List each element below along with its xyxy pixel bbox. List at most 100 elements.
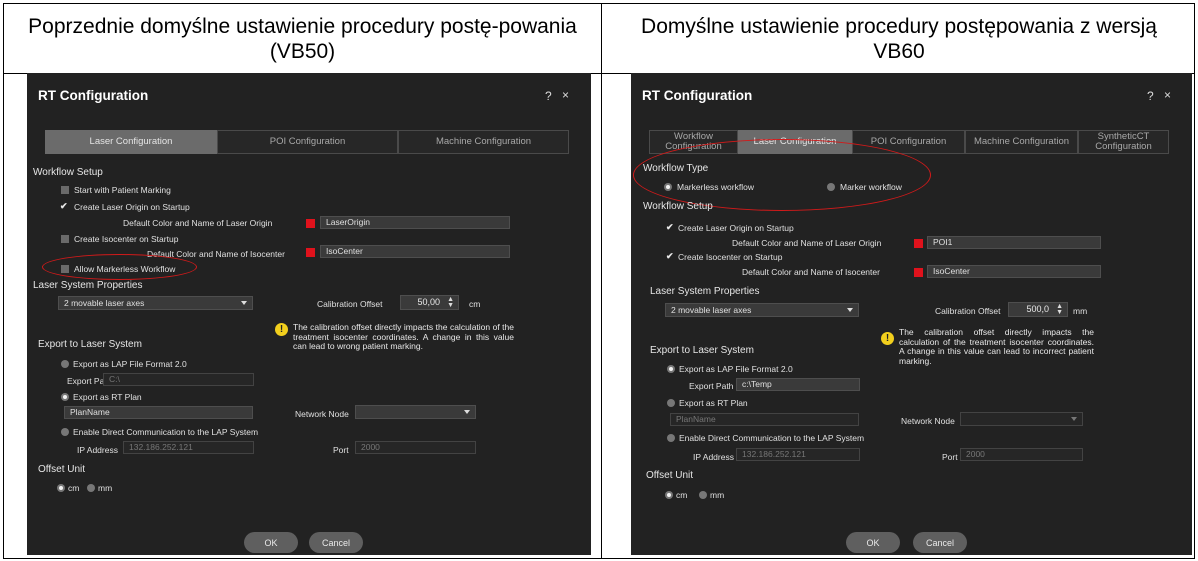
export-lap-radio[interactable] — [61, 360, 69, 368]
right-column-header: Domyślne ustawienie procedury postępowan… — [641, 14, 1157, 63]
section-offset-unit: Offset Unit — [646, 470, 694, 481]
export-rt-plan-label: Export as RT Plan — [73, 392, 142, 402]
network-node-dropdown[interactable] — [355, 405, 476, 419]
laser-origin-name-input[interactable]: POI1 — [927, 236, 1101, 249]
unit-mm-label: mm — [710, 490, 725, 500]
port-input[interactable]: 2000 — [355, 441, 476, 454]
close-button[interactable]: × — [562, 88, 569, 102]
export-path-label: Export Path — [689, 381, 734, 391]
chevron-down-icon — [241, 301, 247, 305]
close-button[interactable]: × — [1164, 88, 1171, 102]
unit-cm-radio[interactable] — [665, 491, 673, 499]
section-export-to-laser: Export to Laser System — [38, 339, 142, 350]
create-isocenter-label: Create Isocenter on Startup — [678, 252, 783, 262]
ok-button[interactable]: OK — [846, 532, 900, 553]
unit-cm-radio[interactable] — [57, 484, 65, 492]
unit-mm-label: mm — [98, 483, 113, 493]
isocenter-name-input[interactable]: IsoCenter — [927, 265, 1101, 278]
laser-axes-dropdown[interactable]: 2 movable laser axes — [665, 303, 859, 317]
spin-arrows-icon[interactable]: ▲ ▼ — [1056, 303, 1063, 316]
rt-configuration-dialog-vb60: RT Configuration ? × Workflow Configurat… — [631, 73, 1192, 555]
plan-name-input[interactable]: PlanName — [670, 413, 859, 426]
highlight-ellipse-markerless — [42, 254, 197, 280]
create-laser-origin-label: Create Laser Origin on Startup — [74, 202, 190, 212]
unit-mm-radio[interactable] — [87, 484, 95, 492]
help-button[interactable]: ? — [1147, 89, 1154, 103]
dialog-title: RT Configuration — [642, 88, 753, 103]
export-lap-radio[interactable] — [667, 365, 675, 373]
section-laser-system-properties: Laser System Properties — [650, 286, 760, 297]
calibration-offset-stepper[interactable]: 50,00 ▲ ▼ — [400, 295, 459, 310]
spin-arrows-icon[interactable]: ▲ ▼ — [447, 296, 454, 309]
export-lap-label: Export as LAP File Format 2.0 — [679, 364, 793, 374]
enable-direct-label: Enable Direct Communication to the LAP S… — [679, 433, 865, 443]
calibration-offset-value: 50,00 — [417, 297, 440, 307]
help-button[interactable]: ? — [545, 89, 552, 103]
cancel-button[interactable]: Cancel — [309, 532, 363, 553]
tab-laser-configuration[interactable]: Laser Configuration — [45, 130, 217, 154]
start-patient-marking-checkbox[interactable] — [61, 186, 69, 194]
plan-name-input[interactable]: PlanName — [64, 406, 253, 419]
tab-poi-configuration[interactable]: POI Configuration — [217, 130, 398, 154]
laser-origin-default-label: Default Color and Name of Laser Origin — [732, 238, 882, 248]
create-laser-origin-label: Create Laser Origin on Startup — [678, 223, 794, 233]
create-isocenter-checkbox[interactable] — [61, 235, 69, 243]
calibration-offset-stepper[interactable]: 500,0 ▲ ▼ — [1008, 302, 1068, 317]
dialog-title: RT Configuration — [38, 88, 149, 103]
enable-direct-radio[interactable] — [61, 428, 69, 436]
left-column-header: Poprzednie domyślne ustawienie procedury… — [28, 14, 577, 63]
export-path-input[interactable]: C:\ — [103, 373, 254, 386]
isocenter-color-swatch[interactable] — [914, 268, 923, 277]
calibration-warning-text: The calibration offset directly impacts … — [293, 322, 514, 351]
create-isocenter-label: Create Isocenter on Startup — [74, 234, 179, 244]
calibration-unit-label: cm — [469, 299, 481, 309]
laser-origin-color-swatch[interactable] — [306, 219, 315, 228]
ip-address-input[interactable]: 132.186.252.121 — [123, 441, 254, 454]
laser-axes-dropdown[interactable]: 2 movable laser axes — [58, 296, 253, 310]
section-offset-unit: Offset Unit — [38, 464, 86, 475]
ip-address-input[interactable]: 132.186.252.121 — [736, 448, 860, 461]
tab-machine-configuration[interactable]: Machine Configuration — [398, 130, 569, 154]
section-laser-system-properties: Laser System Properties — [33, 280, 143, 291]
network-node-dropdown[interactable] — [960, 412, 1083, 426]
section-workflow-setup: Workflow Setup — [643, 201, 713, 212]
unit-cm-label: cm — [676, 490, 688, 500]
ok-button[interactable]: OK — [244, 532, 298, 553]
export-rt-plan-radio[interactable] — [667, 399, 675, 407]
tab-machine-configuration[interactable]: Machine Configuration — [965, 130, 1078, 154]
tab-syntheticct-configuration[interactable]: SyntheticCT Configuration — [1078, 130, 1169, 154]
section-export-to-laser: Export to Laser System — [650, 345, 754, 356]
enable-direct-radio[interactable] — [667, 434, 675, 442]
export-path-input[interactable]: c:\Temp — [736, 378, 860, 391]
chevron-down-icon — [847, 308, 853, 312]
isocenter-name-input[interactable]: IsoCenter — [320, 245, 510, 258]
column-divider — [601, 4, 602, 558]
create-isocenter-checkbox[interactable]: ✔ — [666, 251, 674, 262]
create-laser-origin-checkbox[interactable]: ✔ — [60, 201, 68, 212]
export-lap-label: Export as LAP File Format 2.0 — [73, 359, 187, 369]
warning-icon: ! — [881, 332, 894, 345]
laser-axes-value: 2 movable laser axes — [64, 298, 145, 308]
laser-origin-color-swatch[interactable] — [914, 239, 923, 248]
port-input[interactable]: 2000 — [960, 448, 1083, 461]
export-rt-plan-label: Export as RT Plan — [679, 398, 748, 408]
cancel-button[interactable]: Cancel — [913, 532, 967, 553]
port-label: Port — [333, 445, 349, 455]
isocenter-default-label: Default Color and Name of Isocenter — [742, 267, 880, 277]
network-node-label: Network Node — [295, 409, 349, 419]
unit-mm-radio[interactable] — [699, 491, 707, 499]
rt-configuration-dialog-vb50: RT Configuration ? × Laser Configuration… — [27, 73, 591, 555]
ip-address-label: IP Address — [77, 445, 118, 455]
create-laser-origin-checkbox[interactable]: ✔ — [666, 222, 674, 233]
warning-icon: ! — [275, 323, 288, 336]
port-label: Port — [942, 452, 958, 462]
laser-origin-name-input[interactable]: LaserOrigin — [320, 216, 510, 229]
calibration-offset-label: Calibration Offset — [935, 306, 1001, 316]
unit-cm-label: cm — [68, 483, 80, 493]
calibration-unit-label: mm — [1073, 306, 1088, 316]
section-workflow-setup: Workflow Setup — [33, 167, 103, 178]
isocenter-color-swatch[interactable] — [306, 248, 315, 257]
export-rt-plan-radio[interactable] — [61, 393, 69, 401]
calibration-offset-value: 500,0 — [1026, 304, 1049, 314]
chevron-down-icon — [464, 410, 470, 414]
